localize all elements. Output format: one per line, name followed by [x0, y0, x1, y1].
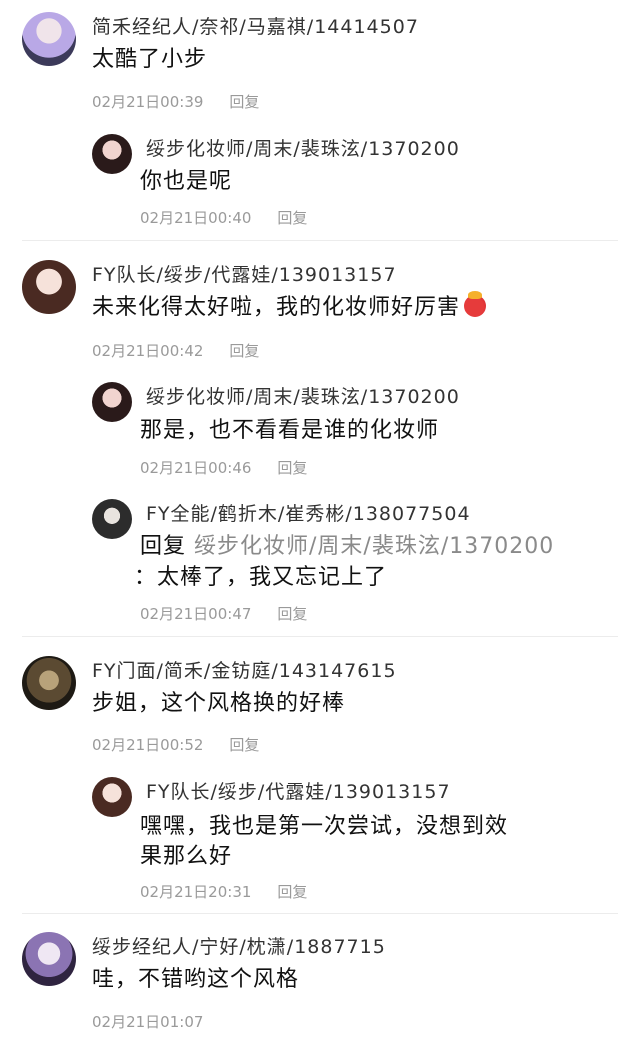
- commenter-name[interactable]: 绥步化妆师/周末/裴珠泫/1370200: [146, 382, 460, 409]
- comment-meta: 02月21日00:52 回复: [92, 734, 259, 755]
- comment-date: 02月21日00:52: [92, 736, 204, 754]
- comment-date: 02月21日00:47: [140, 605, 252, 623]
- comment-date: 02月21日00:42: [92, 342, 204, 360]
- divider: [22, 240, 618, 241]
- avatar[interactable]: [92, 777, 132, 817]
- avatar[interactable]: [92, 134, 132, 174]
- reply-prefix: 回复: [140, 534, 187, 559]
- avatar[interactable]: [22, 260, 76, 314]
- reply-button[interactable]: 回复: [277, 605, 307, 623]
- avatar[interactable]: [22, 656, 76, 710]
- commenter-name[interactable]: 简禾经纪人/奈祁/马嘉祺/14414507: [92, 12, 419, 39]
- avatar[interactable]: [92, 499, 132, 539]
- comment-date: 02月21日00:40: [140, 209, 252, 227]
- comment-date: 02月21日00:39: [92, 93, 204, 111]
- avatar[interactable]: [92, 382, 132, 422]
- reply-button[interactable]: 回复: [277, 459, 307, 477]
- commenter-name[interactable]: 绥步经纪人/宁好/枕潇/1887715: [92, 932, 386, 959]
- comment-text: 回复 绥步化妆师/周末/裴珠泫/1370200: [140, 532, 554, 562]
- comment-text: 太酷了小步: [92, 47, 208, 72]
- comment-meta: 02月21日00:47 回复: [140, 603, 307, 624]
- comment-text: 步姐，这个风格换的好棒: [92, 691, 346, 716]
- reply-button[interactable]: 回复: [229, 736, 259, 754]
- comment-meta: 02月21日00:42 回复: [92, 340, 259, 361]
- comment-text: 你也是呢: [140, 169, 233, 194]
- divider: [22, 636, 618, 637]
- commenter-name[interactable]: FY队长/绥步/代露娃/139013157: [92, 260, 397, 287]
- reply-button[interactable]: 回复: [229, 342, 259, 360]
- commenter-name[interactable]: FY全能/鹤折木/崔秀彬/138077504: [146, 499, 471, 526]
- comment-date: 02月21日01:07: [92, 1013, 204, 1031]
- comment-meta: 02月21日01:07: [92, 1011, 203, 1032]
- comment-text: ：太棒了，我又忘记上了: [134, 565, 388, 590]
- reply-button[interactable]: 回复: [277, 209, 307, 227]
- comment-meta: 02月21日00:40 回复: [140, 207, 307, 228]
- comment-text: 嘿嘿，我也是第一次尝试，没想到效: [140, 814, 509, 839]
- reply-target-link[interactable]: 绥步化妆师/周末/裴珠泫/1370200: [194, 534, 554, 559]
- comment-meta: 02月21日00:46 回复: [140, 457, 307, 478]
- comment-text: 未来化得太好啦，我的化妆师好厉害: [92, 291, 487, 323]
- avatar[interactable]: [22, 932, 76, 986]
- comment-text: 那是，也不看看是谁的化妆师: [140, 418, 440, 443]
- commenter-name[interactable]: FY门面/简禾/金钫庭/143147615: [92, 656, 397, 683]
- comment-meta: 02月21日20:31 回复: [140, 881, 307, 902]
- reply-button[interactable]: 回复: [277, 883, 307, 901]
- comment-text-body: 未来化得太好啦，我的化妆师好厉害: [92, 295, 461, 320]
- comment-date: 02月21日00:46: [140, 459, 252, 477]
- reply-button[interactable]: 回复: [229, 93, 259, 111]
- commenter-name[interactable]: FY队长/绥步/代露娃/139013157: [146, 777, 451, 804]
- commenter-name[interactable]: 绥步化妆师/周末/裴珠泫/1370200: [146, 134, 460, 161]
- comment-date: 02月21日20:31: [140, 883, 252, 901]
- avatar[interactable]: [22, 12, 76, 66]
- divider: [22, 913, 618, 914]
- comment-text: 果那么好: [140, 844, 233, 869]
- comment-meta: 02月21日00:39 回复: [92, 91, 259, 112]
- emoji-icon: [464, 291, 487, 317]
- comment-text: 哇，不错哟这个风格: [92, 967, 300, 992]
